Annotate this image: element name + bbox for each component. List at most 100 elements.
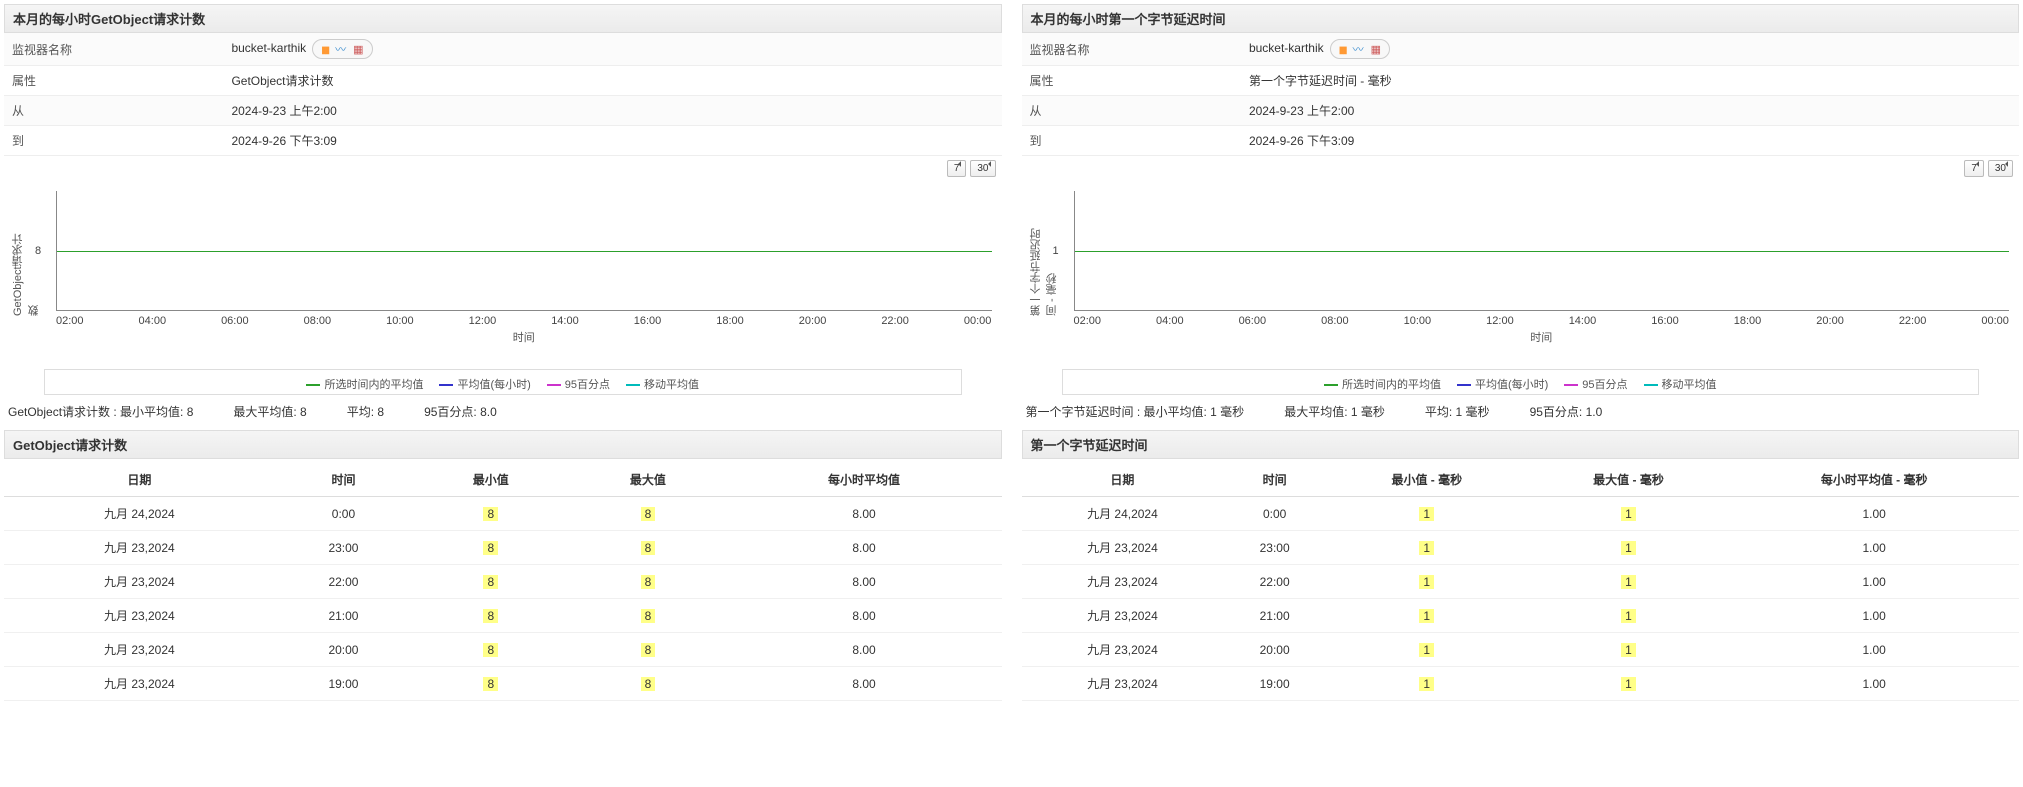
x-tick: 16:00 (1651, 315, 1679, 327)
table-cell: 1 (1326, 599, 1528, 633)
stat-item: 95百分点: 8.0 (424, 403, 497, 420)
panel-header: 本月的每小时第一个字节延迟时间 (1022, 4, 2020, 33)
chart-type-icons[interactable] (1330, 39, 1390, 59)
line-chart-icon[interactable] (335, 41, 346, 57)
highlighted-value: 8 (483, 541, 498, 555)
stat-item: 最大平均值: 1 毫秒 (1284, 403, 1385, 420)
x-axis-label: 时间 (1074, 327, 2010, 345)
legend-item[interactable]: 移动平均值 (626, 376, 699, 392)
table-column-header[interactable]: 最小值 - 毫秒 (1326, 463, 1528, 497)
x-tick: 10:00 (1404, 315, 1432, 327)
table-column-header[interactable]: 每小时平均值 - 毫秒 (1729, 463, 2019, 497)
legend-swatch-icon (1644, 384, 1658, 386)
info-value: 第一个字节延迟时间 - 毫秒 (1241, 66, 2019, 96)
table-view-icon[interactable] (353, 42, 363, 56)
table-cell: 8.00 (727, 633, 1002, 667)
info-value: 2024-9-26 下午3:09 (1241, 126, 2019, 156)
table-row[interactable]: 九月 23,202421:00888.00 (4, 599, 1002, 633)
table-row[interactable]: 九月 23,202421:00111.00 (1022, 599, 2020, 633)
table-cell: 九月 23,2024 (4, 599, 275, 633)
plot-area[interactable]: 8 (56, 191, 992, 311)
legend-item[interactable]: 平均值(每小时) (439, 376, 530, 392)
table-cell: 19:00 (1223, 667, 1326, 701)
table-row[interactable]: 九月 24,20240:00888.00 (4, 497, 1002, 531)
table-cell: 1.00 (1729, 599, 2019, 633)
x-tick: 06:00 (1239, 315, 1267, 327)
table-column-header[interactable]: 每小时平均值 (727, 463, 1002, 497)
table-column-header[interactable]: 日期 (4, 463, 275, 497)
legend-item[interactable]: 平均值(每小时) (1457, 376, 1548, 392)
table-cell: 0:00 (1223, 497, 1326, 531)
bar-chart-icon[interactable] (1339, 42, 1346, 56)
table-row[interactable]: 九月 23,202420:00888.00 (4, 633, 1002, 667)
x-tick: 22:00 (1899, 315, 1927, 327)
table-row[interactable]: 九月 23,202419:00111.00 (1022, 667, 2020, 701)
table-cell: 1.00 (1729, 497, 2019, 531)
table-row[interactable]: 九月 23,202420:00111.00 (1022, 633, 2020, 667)
highlighted-value: 8 (483, 575, 498, 589)
range-30-button[interactable]: 30 (970, 160, 995, 177)
highlighted-value: 1 (1419, 677, 1434, 691)
table-row[interactable]: 九月 23,202419:00888.00 (4, 667, 1002, 701)
info-label: 到 (1022, 126, 1241, 156)
series-line (1075, 251, 2010, 252)
table-row[interactable]: 九月 23,202422:00111.00 (1022, 565, 2020, 599)
table-column-header[interactable]: 最大值 (569, 463, 726, 497)
table-cell: 1 (1326, 531, 1528, 565)
x-tick: 12:00 (1486, 315, 1514, 327)
table-cell: 8 (412, 667, 569, 701)
info-value: 2024-9-23 上午2:00 (223, 96, 1001, 126)
x-tick: 00:00 (1981, 315, 2009, 327)
legend-swatch-icon (1324, 384, 1338, 386)
range-7-button[interactable]: 7 (947, 160, 967, 177)
table-view-icon[interactable] (1371, 42, 1381, 56)
legend-item[interactable]: 所选时间内的平均值 (306, 376, 423, 392)
stat-item: 95百分点: 1.0 (1530, 403, 1603, 420)
info-label: 到 (4, 126, 223, 156)
table-section-header: 第一个字节延迟时间 (1022, 430, 2020, 459)
highlighted-value: 8 (641, 575, 656, 589)
chart-toolbar: 730 (1022, 156, 2020, 181)
plot-area[interactable]: 1 (1074, 191, 2010, 311)
stats-row: GetObject请求计数 : 最小平均值: 8最大平均值: 8平均: 895百… (4, 395, 1002, 430)
table-cell: 1 (1326, 667, 1528, 701)
panel-1: 本月的每小时第一个字节延迟时间监视器名称bucket-karthik属性第一个字… (1022, 4, 2020, 701)
bar-chart-icon[interactable] (321, 42, 328, 56)
range-7-button[interactable]: 7 (1964, 160, 1984, 177)
y-axis-label: GetObject请求计数 (10, 226, 42, 316)
table-cell: 21:00 (275, 599, 413, 633)
table-cell: 21:00 (1223, 599, 1326, 633)
table-cell: 8 (412, 531, 569, 565)
legend-item[interactable]: 95百分点 (547, 376, 610, 392)
table-row[interactable]: 九月 24,20240:00111.00 (1022, 497, 2020, 531)
legend-swatch-icon (1564, 384, 1578, 386)
table-column-header[interactable]: 日期 (1022, 463, 1224, 497)
table-cell: 8 (569, 667, 726, 701)
info-value: bucket-karthik (223, 33, 1001, 66)
range-30-button[interactable]: 30 (1988, 160, 2013, 177)
table-column-header[interactable]: 时间 (275, 463, 413, 497)
table-cell: 1 (1326, 633, 1528, 667)
highlighted-value: 1 (1621, 541, 1636, 555)
table-row[interactable]: 九月 23,202423:00888.00 (4, 531, 1002, 565)
table-row[interactable]: 九月 23,202423:00111.00 (1022, 531, 2020, 565)
line-chart-icon[interactable] (1353, 41, 1364, 57)
highlighted-value: 1 (1621, 507, 1636, 521)
legend-item[interactable]: 95百分点 (1564, 376, 1627, 392)
data-table: 日期时间最小值 - 毫秒最大值 - 毫秒每小时平均值 - 毫秒九月 24,202… (1022, 463, 2020, 701)
table-column-header[interactable]: 最小值 (412, 463, 569, 497)
table-column-header[interactable]: 最大值 - 毫秒 (1528, 463, 1730, 497)
table-column-header[interactable]: 时间 (1223, 463, 1326, 497)
stat-item: 平均: 1 毫秒 (1425, 403, 1490, 420)
table-row[interactable]: 九月 23,202422:00888.00 (4, 565, 1002, 599)
chart-type-icons[interactable] (312, 39, 372, 59)
highlighted-value: 8 (641, 507, 656, 521)
y-tick: 1 (1053, 245, 1059, 257)
chart-legend: 所选时间内的平均值平均值(每小时) 95百分点 移动平均值 (1062, 369, 1980, 395)
table-cell: 1 (1528, 565, 1730, 599)
legend-item[interactable]: 移动平均值 (1644, 376, 1717, 392)
x-tick: 06:00 (221, 315, 249, 327)
highlighted-value: 8 (641, 609, 656, 623)
table-cell: 1 (1528, 497, 1730, 531)
legend-item[interactable]: 所选时间内的平均值 (1324, 376, 1441, 392)
